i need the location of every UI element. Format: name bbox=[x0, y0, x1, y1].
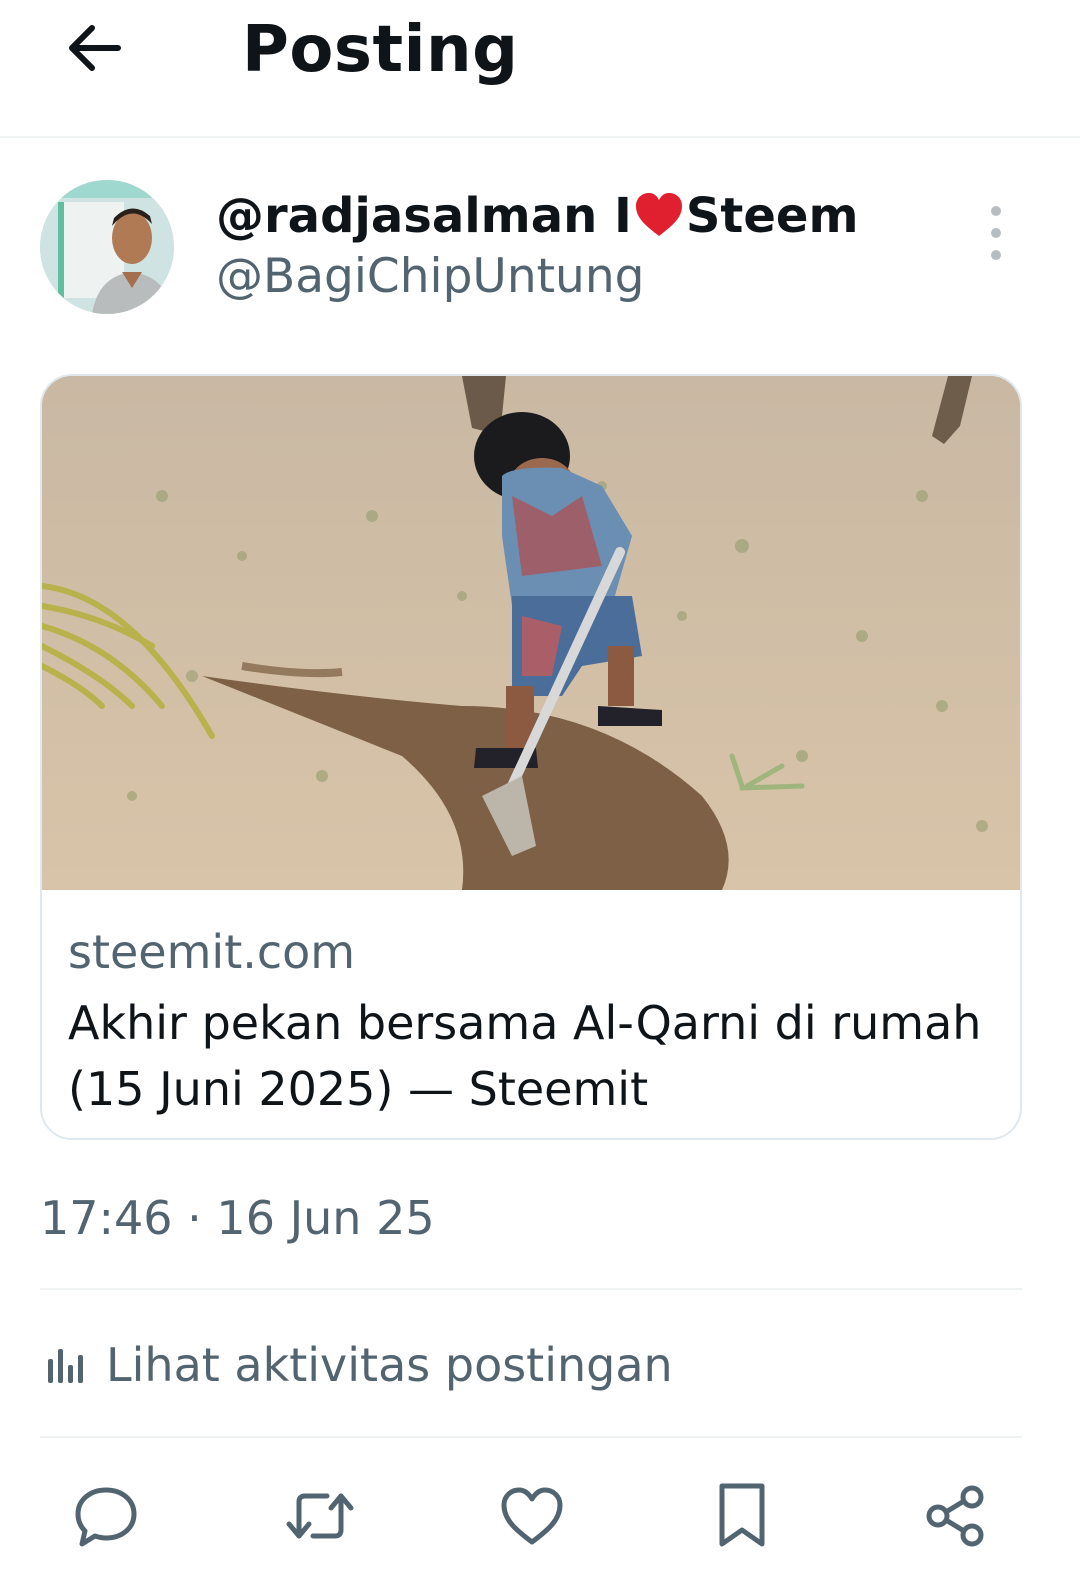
bookmark-icon bbox=[719, 1483, 765, 1547]
avatar[interactable] bbox=[40, 180, 174, 314]
repost-icon bbox=[286, 1493, 354, 1539]
divider bbox=[40, 1436, 1022, 1438]
card-title: Akhir pekan bersama Al-Qarni di rumah (1… bbox=[68, 996, 982, 1116]
view-post-activity-link[interactable]: Lihat aktivitas postingan bbox=[40, 1330, 673, 1400]
divider bbox=[40, 1288, 1022, 1290]
more-dots-icon bbox=[991, 250, 1001, 260]
card-photo bbox=[42, 376, 1020, 890]
post-timestamp[interactable]: 17:46 · 16 Jun 25 bbox=[40, 1188, 435, 1248]
author-display-name[interactable]: @radjasalman I Steem bbox=[216, 184, 858, 248]
author-name-text: @radjasalman I bbox=[216, 188, 632, 244]
share-button[interactable] bbox=[918, 1478, 994, 1554]
card-image bbox=[42, 376, 1020, 890]
author-name-suffix: Steem bbox=[685, 188, 859, 244]
repost-button[interactable] bbox=[282, 1478, 358, 1554]
share-icon bbox=[926, 1485, 984, 1547]
arrow-left-icon bbox=[69, 25, 121, 71]
page-title: Posting bbox=[242, 13, 519, 87]
more-options-button[interactable] bbox=[976, 206, 1016, 260]
bar-chart-icon bbox=[48, 1349, 83, 1383]
like-icon bbox=[501, 1487, 563, 1545]
card-domain: steemit.com bbox=[68, 925, 356, 979]
avatar-photo bbox=[40, 180, 174, 314]
activity-label: Lihat aktivitas postingan bbox=[106, 1338, 673, 1392]
back-button[interactable] bbox=[56, 10, 132, 86]
more-dots-icon bbox=[991, 206, 1001, 216]
link-preview-card[interactable]: steemit.com Akhir pekan bersama Al-Qarni… bbox=[40, 374, 1022, 1140]
bookmark-button[interactable] bbox=[704, 1478, 780, 1554]
top-app-bar: Posting bbox=[0, 0, 1080, 138]
heart-icon bbox=[635, 193, 682, 236]
more-dots-icon bbox=[991, 228, 1001, 238]
author-handle[interactable]: @BagiChipUntung bbox=[216, 246, 644, 308]
reply-icon bbox=[75, 1487, 137, 1547]
like-button[interactable] bbox=[494, 1478, 570, 1554]
reply-button[interactable] bbox=[68, 1478, 144, 1554]
